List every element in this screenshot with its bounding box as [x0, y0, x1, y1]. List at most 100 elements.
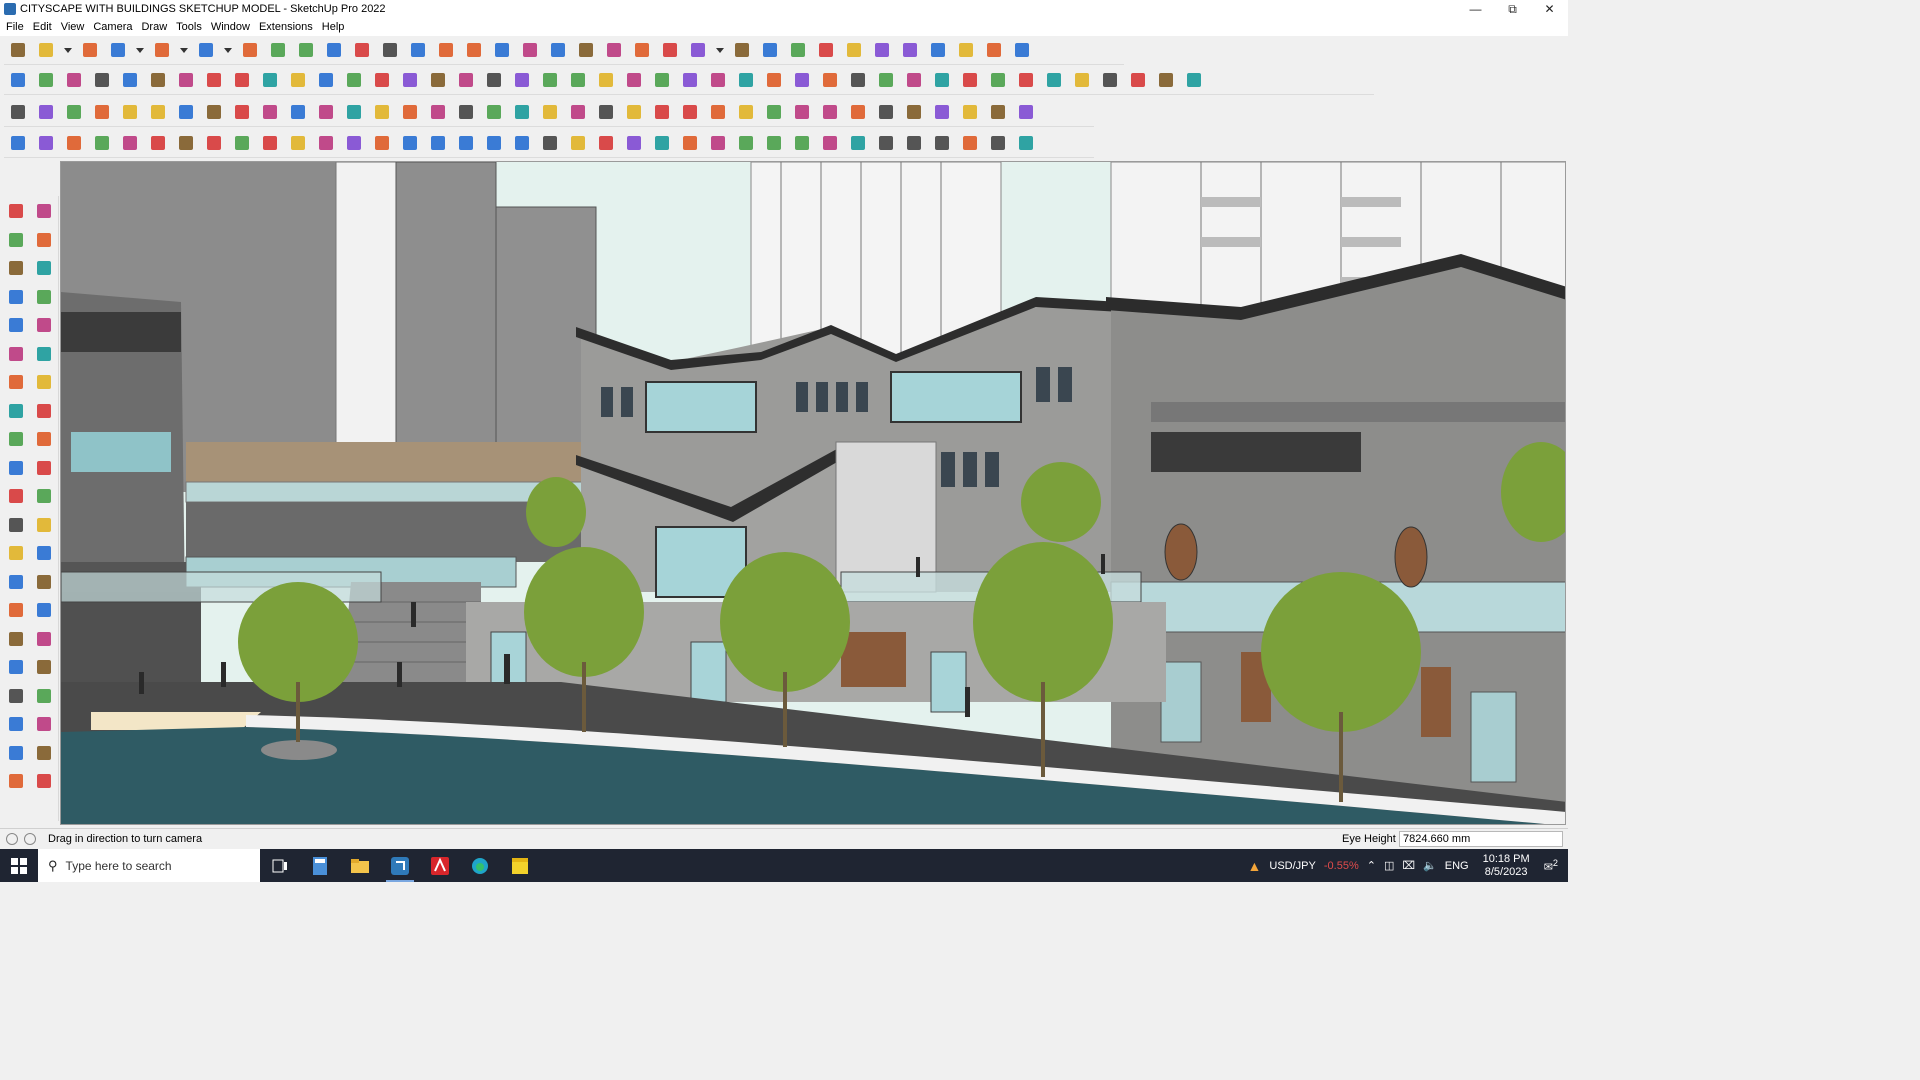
panel-button[interactable]	[259, 101, 281, 123]
menu-file[interactable]: File	[3, 21, 30, 33]
import-button[interactable]	[759, 39, 781, 61]
scissors-button[interactable]	[455, 101, 477, 123]
cube2-button[interactable]	[763, 101, 785, 123]
cone-wire-button[interactable]	[455, 132, 477, 154]
gift-button[interactable]	[819, 101, 841, 123]
warehouse-button[interactable]	[1011, 39, 1033, 61]
rotate-tool-button[interactable]	[5, 457, 27, 479]
redo-button[interactable]	[983, 39, 1005, 61]
offset-tool-button[interactable]	[33, 485, 55, 507]
zoom-window-tool-button[interactable]	[33, 628, 55, 650]
trim-button[interactable]	[203, 69, 225, 91]
fence-button[interactable]	[987, 132, 1009, 154]
rectangle-tool-button[interactable]	[5, 314, 27, 336]
pencil-tool-button[interactable]	[5, 286, 27, 308]
section-plane-button[interactable]	[603, 39, 625, 61]
maximize-button[interactable]: ⧉	[1494, 0, 1531, 18]
zoom-tool-button[interactable]	[5, 628, 27, 650]
merge-button[interactable]	[259, 69, 281, 91]
3d-text-tool-button[interactable]	[33, 571, 55, 593]
three-point-arc-tool-button[interactable]	[33, 400, 55, 422]
cubes-button[interactable]	[791, 101, 813, 123]
circle-tool-button[interactable]	[5, 343, 27, 365]
flip-button[interactable]	[787, 39, 809, 61]
move-button[interactable]	[295, 39, 317, 61]
cut-tool-button[interactable]	[7, 132, 29, 154]
select-tool-button[interactable]	[5, 200, 27, 222]
pan-tool-button[interactable]	[33, 599, 55, 621]
warehouse-tool-button[interactable]	[5, 742, 27, 764]
text-tool-button[interactable]	[33, 542, 55, 564]
chamfer-button[interactable]	[931, 69, 953, 91]
language-indicator[interactable]: ENG	[1445, 860, 1469, 872]
paint-button[interactable]	[435, 39, 457, 61]
eraser-pink-button[interactable]	[987, 69, 1009, 91]
walk-tool-button[interactable]	[5, 713, 27, 735]
zoom-button[interactable]	[7, 39, 29, 61]
solid-button[interactable]	[35, 69, 57, 91]
pan-button[interactable]	[491, 39, 513, 61]
notifications-icon[interactable]: ✉2	[1544, 858, 1558, 874]
dimension-tool-button[interactable]	[33, 514, 55, 536]
tree-button[interactable]	[511, 101, 533, 123]
dash-button[interactable]	[315, 132, 337, 154]
circle-button[interactable]	[707, 69, 729, 91]
section-plane-tool-button[interactable]	[33, 713, 55, 735]
dropdown-button[interactable]	[223, 39, 233, 61]
pillars2-button[interactable]	[875, 132, 897, 154]
frame-button[interactable]	[875, 101, 897, 123]
arc-button[interactable]	[819, 69, 841, 91]
extension-tool-button[interactable]	[33, 742, 55, 764]
red-plane-button[interactable]	[119, 101, 141, 123]
chevron-up-icon[interactable]: ⌃	[1367, 859, 1376, 872]
menu-extensions[interactable]: Extensions	[256, 21, 319, 33]
follow-me-tool-button[interactable]	[33, 457, 55, 479]
taskbar-search[interactable]: ⚲ Type here to search	[38, 849, 260, 882]
warning-button[interactable]	[539, 101, 561, 123]
gear-button[interactable]	[595, 101, 617, 123]
grid-button[interactable]	[1043, 69, 1065, 91]
select-arrow-button[interactable]	[35, 39, 57, 61]
text-button[interactable]	[407, 39, 429, 61]
spiral-button[interactable]	[175, 101, 197, 123]
orbit-tool-button[interactable]	[5, 599, 27, 621]
styles-button[interactable]	[659, 39, 681, 61]
pencil-red-button[interactable]	[651, 69, 673, 91]
two-point-arc-tool-button[interactable]	[5, 400, 27, 422]
menu-view[interactable]: View	[58, 21, 91, 33]
bezier-button[interactable]	[35, 132, 57, 154]
rotated-rect-tool-button[interactable]	[33, 314, 55, 336]
ring-button[interactable]	[119, 132, 141, 154]
stairs-button[interactable]	[651, 132, 673, 154]
dome2-button[interactable]	[931, 132, 953, 154]
taskbar-file-explorer[interactable]	[340, 849, 380, 882]
dome-button[interactable]	[903, 132, 925, 154]
subtract-button[interactable]	[175, 69, 197, 91]
arc-tool-button[interactable]	[5, 371, 27, 393]
white-plane-button[interactable]	[147, 101, 169, 123]
taskbar-edge[interactable]	[460, 849, 500, 882]
component-button[interactable]	[575, 39, 597, 61]
dropdown-button[interactable]	[135, 39, 145, 61]
bridge-button[interactable]	[343, 132, 365, 154]
eraser-button[interactable]	[79, 39, 101, 61]
sandbox-button[interactable]	[91, 69, 113, 91]
warp-button[interactable]	[1183, 69, 1205, 91]
half-circle-button[interactable]	[371, 132, 393, 154]
pencil-button[interactable]	[107, 39, 129, 61]
stack-button[interactable]	[231, 101, 253, 123]
previous-view-tool-button[interactable]	[33, 656, 55, 678]
dimension-button[interactable]	[1071, 69, 1093, 91]
scale-button[interactable]	[351, 39, 373, 61]
bin-button[interactable]	[735, 132, 757, 154]
yellow-plane-button[interactable]	[63, 101, 85, 123]
mirror-button[interactable]	[927, 39, 949, 61]
tape-tool-button[interactable]	[33, 257, 55, 279]
taskbar-calculator[interactable]	[300, 849, 340, 882]
measurements-input[interactable]: 7824.660 mm	[1399, 831, 1563, 847]
polygon-tool-button[interactable]	[33, 343, 55, 365]
follow-me-button[interactable]	[371, 69, 393, 91]
ticker-symbol[interactable]: USD/JPY	[1269, 860, 1315, 872]
menu-window[interactable]: Window	[208, 21, 256, 33]
circle-dots-button[interactable]	[987, 101, 1009, 123]
